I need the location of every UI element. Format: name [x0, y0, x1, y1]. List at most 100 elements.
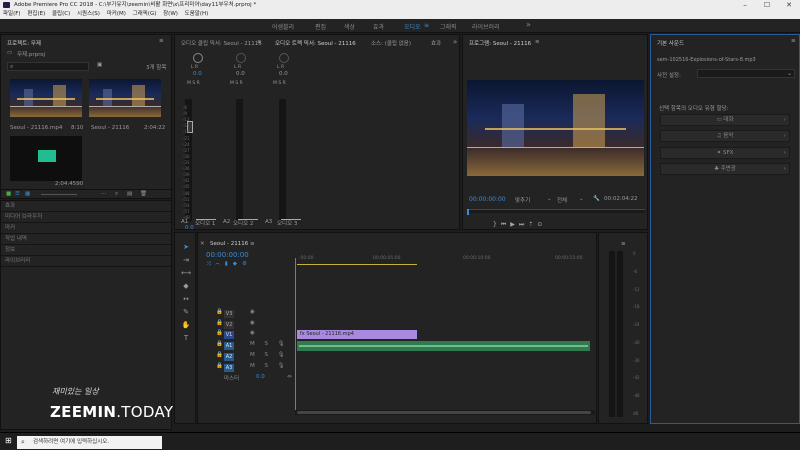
- camera-icon[interactable]: ⊙: [537, 221, 546, 228]
- menu-marker[interactable]: 마커(M): [107, 11, 126, 17]
- assign-sfx-button[interactable]: ✦ SFX ›: [660, 147, 790, 159]
- step-back-icon[interactable]: ⏮: [501, 221, 510, 228]
- mute-solo-record[interactable]: M S R: [230, 81, 243, 86]
- track-target[interactable]: A3: [224, 364, 234, 372]
- lock-icon[interactable]: 🔒: [216, 341, 223, 347]
- mark-in-icon[interactable]: }: [493, 221, 501, 228]
- menu-window[interactable]: 창(W): [163, 11, 178, 17]
- timeline-tools[interactable]: ⤨⌒▮◆⚙: [206, 261, 252, 268]
- razor-tool-icon[interactable]: ◆: [181, 281, 191, 291]
- volume-value[interactable]: 0.0: [185, 225, 194, 231]
- workspace-color[interactable]: 색상: [344, 22, 355, 31]
- pan-knob[interactable]: [193, 53, 203, 63]
- chevron-down-icon[interactable]: ⌄: [547, 196, 552, 202]
- workspace-assembly[interactable]: 어셈블리: [272, 22, 294, 31]
- workspace-menu-icon[interactable]: ≡: [424, 22, 429, 29]
- playback-resolution-select[interactable]: 전체: [557, 196, 567, 204]
- media-thumbnail[interactable]: [10, 79, 82, 117]
- maximize-button[interactable]: ☐: [756, 0, 778, 10]
- audio-thumbnail[interactable]: [10, 136, 82, 181]
- minimize-button[interactable]: –: [734, 0, 756, 10]
- list-view-icon[interactable]: ☰: [15, 191, 20, 197]
- tab-source[interactable]: 소스: (클립 없음): [371, 39, 411, 47]
- new-bin-icon[interactable]: ▣: [97, 62, 102, 68]
- preset-select[interactable]: ⌄: [697, 69, 795, 78]
- master-volume[interactable]: 0.0: [256, 374, 265, 380]
- panel-menu-icon[interactable]: ≡: [621, 241, 626, 247]
- program-playhead-timecode[interactable]: 00:00:00:00: [469, 196, 506, 203]
- lift-icon[interactable]: ⇡: [528, 221, 537, 228]
- tab-menu-icon[interactable]: ≡: [257, 39, 262, 45]
- selection-tool-icon[interactable]: ➤: [181, 242, 191, 252]
- timeline-playhead-timecode[interactable]: 00:00:00:00: [206, 251, 249, 259]
- lock-icon[interactable]: 🔒: [216, 309, 223, 315]
- sequence-thumbnail[interactable]: [89, 79, 161, 117]
- eye-icon[interactable]: ◉: [250, 309, 255, 315]
- menu-help[interactable]: 도움말(H): [185, 11, 209, 17]
- channel-name-a3[interactable]: 오디오 3: [277, 219, 297, 227]
- track-target[interactable]: A2: [224, 353, 234, 361]
- close-tab-icon[interactable]: ✕: [200, 241, 205, 247]
- libraries-tab[interactable]: 라이브러리: [1, 256, 171, 267]
- lock-icon[interactable]: ■: [6, 191, 11, 197]
- ripple-edit-tool-icon[interactable]: ⟷: [181, 268, 191, 278]
- taskbar-search-input[interactable]: ⌕ 검색하려면 여기에 입력하십시오.: [17, 436, 162, 449]
- panel-menu-icon[interactable]: ≡: [791, 38, 796, 44]
- assign-ambience-button[interactable]: ♣ 주변광 ›: [660, 163, 790, 175]
- panel-menu-icon[interactable]: ≡: [250, 241, 255, 247]
- chevron-down-icon[interactable]: ⌄: [579, 196, 584, 202]
- workspace-audio[interactable]: 오디오: [404, 22, 421, 31]
- mute-solo-record[interactable]: M S R: [187, 81, 200, 86]
- assign-dialogue-button[interactable]: ▭ 대화 ›: [660, 114, 790, 126]
- step-forward-icon[interactable]: ⏭: [519, 221, 528, 228]
- workspace-libraries[interactable]: 라이브러리: [472, 22, 500, 31]
- track-target[interactable]: V1: [224, 331, 234, 339]
- history-tab[interactable]: 작업 내역: [1, 234, 171, 245]
- track-target[interactable]: V2: [224, 321, 234, 329]
- pan-knob[interactable]: [236, 53, 246, 63]
- zoom-slider[interactable]: [41, 194, 77, 195]
- delete-icon[interactable]: 🗑: [140, 191, 147, 197]
- pan-value[interactable]: 0.0: [236, 71, 245, 77]
- pan-value[interactable]: 0.0: [193, 71, 202, 77]
- tab-effects[interactable]: 효과: [431, 39, 441, 47]
- pan-knob[interactable]: [279, 53, 289, 63]
- find-icon[interactable]: ⌕: [115, 191, 118, 198]
- track-select-tool-icon[interactable]: ⇥: [181, 255, 191, 265]
- program-video-frame[interactable]: [467, 80, 644, 176]
- channel-name-a1[interactable]: 오디오 1: [195, 219, 215, 227]
- automate-icon[interactable]: ⋯: [101, 191, 107, 197]
- slip-tool-icon[interactable]: ↔: [181, 294, 191, 304]
- menu-edit[interactable]: 편집(E): [27, 11, 45, 17]
- play-icon[interactable]: ▶: [510, 221, 519, 228]
- project-search-input[interactable]: ⌕: [7, 62, 89, 71]
- hand-tool-icon[interactable]: ✋: [181, 320, 191, 330]
- effects-panel-tab[interactable]: 효과: [1, 201, 171, 212]
- windows-start-icon[interactable]: ⊞: [5, 436, 12, 445]
- pen-tool-icon[interactable]: ✎: [181, 307, 191, 317]
- media-browser-tab[interactable]: 미디어 브라우저: [1, 212, 171, 223]
- wrench-icon[interactable]: 🔧: [593, 196, 600, 202]
- lock-icon[interactable]: 🔒: [216, 320, 223, 326]
- panel-menu-icon[interactable]: ≡: [535, 39, 540, 45]
- mute-solo-mic[interactable]: M S 🎙: [250, 363, 289, 369]
- workspace-effects[interactable]: 효과: [373, 22, 384, 31]
- lock-icon[interactable]: 🔒: [216, 363, 223, 369]
- video-clip[interactable]: fx Seoul - 21116.mp4: [297, 330, 417, 339]
- audio-clip[interactable]: [297, 341, 590, 351]
- type-tool-icon[interactable]: T: [181, 333, 191, 343]
- work-area-bar[interactable]: [297, 264, 417, 265]
- markers-tab[interactable]: 마커: [1, 223, 171, 234]
- program-scrubber[interactable]: [467, 209, 645, 215]
- timeline-sequence-tab[interactable]: Seoul - 21116: [210, 241, 248, 247]
- mute-solo-record[interactable]: M S R: [273, 81, 286, 86]
- icon-view-icon[interactable]: ▦: [25, 191, 30, 197]
- lock-icon[interactable]: 🔒: [216, 330, 223, 336]
- menu-sequence[interactable]: 시퀀스(S): [77, 11, 100, 17]
- tab-audio-track-mixer[interactable]: 오디오 트랙 믹서: Seoul - 21116: [275, 39, 356, 47]
- mute-solo-mic[interactable]: M S 🎙: [250, 352, 289, 358]
- tab-audio-clip-mixer[interactable]: 오디오 클립 믹서: Seoul - 21116: [181, 39, 262, 47]
- new-item-icon[interactable]: ▤: [127, 191, 132, 197]
- eye-icon[interactable]: ◉: [250, 320, 255, 326]
- close-button[interactable]: ✕: [778, 0, 800, 10]
